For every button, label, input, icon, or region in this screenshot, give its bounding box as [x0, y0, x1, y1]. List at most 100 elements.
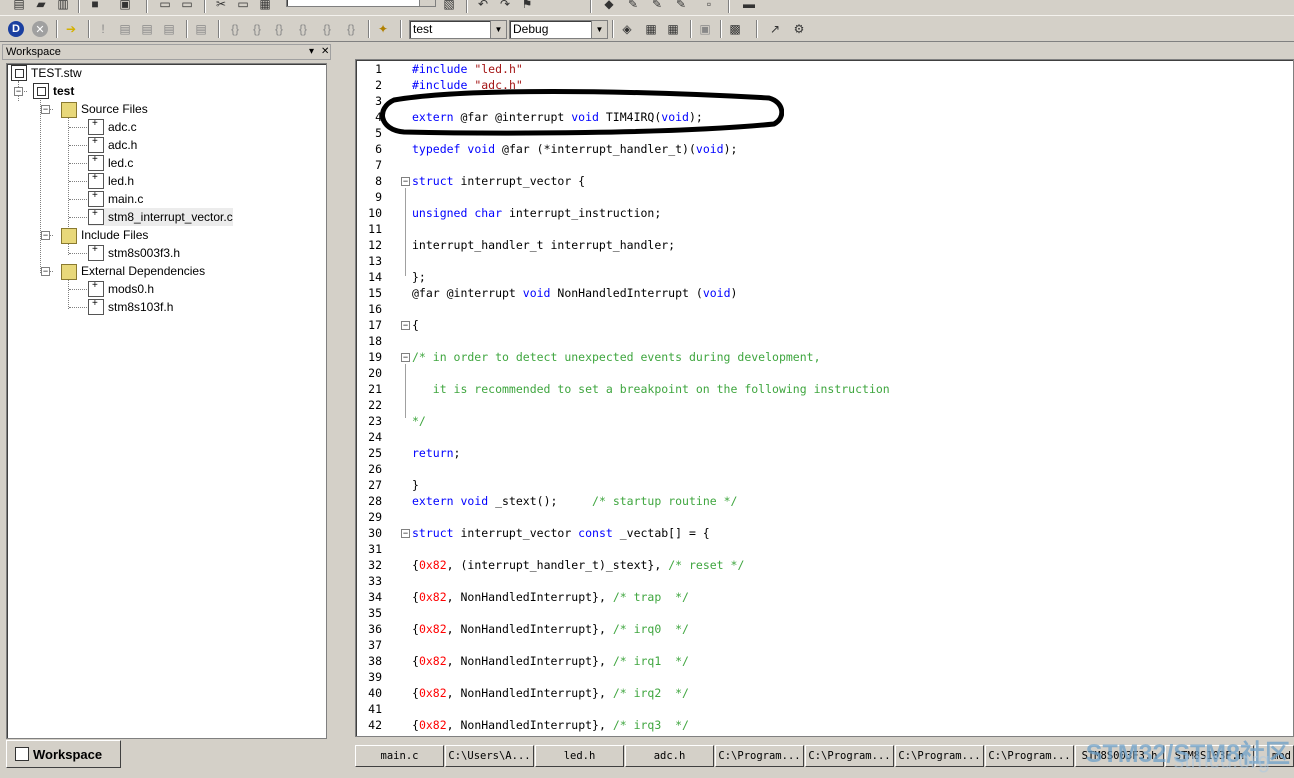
- save-all-icon[interactable]: ■: [86, 0, 104, 13]
- fold-struct-icon[interactable]: −: [401, 177, 410, 186]
- step-over-icon[interactable]: ▤: [138, 20, 156, 38]
- header-file-icon: [88, 244, 104, 261]
- tree-file-stm8s103f-h[interactable]: stm8s103f.h: [88, 298, 173, 316]
- tree-file-adc-c[interactable]: adc.c: [88, 118, 137, 136]
- redo-icon[interactable]: ↷: [496, 0, 514, 13]
- cut-icon[interactable]: ✂: [212, 0, 230, 13]
- file-tab-program-1[interactable]: C:\Program...: [715, 745, 804, 767]
- go-icon[interactable]: ➔: [62, 20, 80, 38]
- run-to-cursor-icon[interactable]: ▤: [192, 20, 210, 38]
- file-tab-program-4[interactable]: C:\Program...: [985, 745, 1074, 767]
- code-line-27: }: [412, 478, 419, 492]
- file-tab-program-2[interactable]: C:\Program...: [805, 745, 894, 767]
- options-icon[interactable]: ⚙: [790, 20, 808, 38]
- workspace-tab[interactable]: Workspace: [6, 740, 121, 768]
- new-file-icon[interactable]: ▤: [10, 0, 28, 13]
- fold-comment-icon[interactable]: −: [401, 353, 410, 362]
- build-icon[interactable]: ▦: [642, 20, 660, 38]
- code-editor[interactable]: 1 2 3 4 5 6 7 8 9 10 11 12 13 14 15 16 17 18 19 20 21 22 23 24 2…: [355, 59, 1294, 737]
- tree-group-external-dependencies[interactable]: External Dependencies: [61, 262, 205, 280]
- reset-icon[interactable]: ✦: [374, 20, 392, 38]
- chart-icon[interactable]: ↗: [766, 20, 784, 38]
- line-number: 2: [375, 78, 382, 92]
- collapse-external-dependencies-icon[interactable]: −: [41, 267, 50, 276]
- breakpoint-icon[interactable]: ◆: [600, 0, 618, 13]
- workspace-title-bar: Workspace ▾ ✕: [2, 44, 331, 60]
- code-line-17: {: [412, 318, 419, 332]
- line-number: 22: [368, 398, 382, 412]
- fold-vectab-icon[interactable]: −: [401, 529, 410, 538]
- fold-block-icon[interactable]: −: [401, 321, 410, 330]
- file-tab-users[interactable]: C:\Users\A...: [445, 745, 534, 767]
- configuration-combo[interactable]: Debug ▼: [509, 20, 608, 39]
- step-out-icon[interactable]: ▤: [160, 20, 178, 38]
- find-icon[interactable]: ▭: [156, 0, 174, 13]
- settings-icon[interactable]: ✎: [648, 0, 666, 13]
- tree-file-led-h[interactable]: led.h: [88, 172, 134, 190]
- tree-file-mods0-h[interactable]: mods0.h: [88, 280, 154, 298]
- clear-icon[interactable]: ✎: [672, 0, 690, 13]
- tree-group-include-files[interactable]: Include Files: [61, 226, 148, 244]
- disassembly-icon[interactable]: {}: [294, 20, 312, 38]
- tree-root-workspace[interactable]: TEST.stw: [11, 64, 82, 82]
- line-number: 8: [375, 174, 382, 188]
- find-combo[interactable]: ▼: [286, 0, 436, 7]
- folder-icon: [61, 102, 77, 118]
- code-line-10: unsigned char interrupt_instruction;: [412, 206, 662, 220]
- project-combo[interactable]: test ▼: [409, 20, 507, 39]
- line-number: 39: [368, 670, 382, 684]
- bookmark-icon[interactable]: ⚑: [518, 0, 536, 13]
- stop-build-icon[interactable]: ▣: [696, 20, 714, 38]
- help-icon[interactable]: ▬: [740, 0, 758, 13]
- find-in-files-icon[interactable]: ▧: [440, 0, 458, 13]
- tree-file-stm8-interrupt-vector-c[interactable]: stm8_interrupt_vector.c: [88, 208, 233, 226]
- paste-icon[interactable]: ▦: [256, 0, 274, 13]
- variables-icon[interactable]: {}: [342, 20, 360, 38]
- line-number: 12: [368, 238, 382, 252]
- tree-file-adc-h[interactable]: adc.h: [88, 136, 137, 154]
- open-folder-icon[interactable]: ▰: [32, 0, 50, 13]
- memory-icon[interactable]: {}: [248, 20, 266, 38]
- tree-file-main-c[interactable]: main.c: [88, 190, 143, 208]
- compile-file-icon[interactable]: ◈: [618, 20, 636, 38]
- line-number: 42: [368, 718, 382, 732]
- file-tab-main-c[interactable]: main.c: [355, 745, 444, 767]
- debug-icon[interactable]: D: [8, 21, 24, 37]
- watch-icon[interactable]: {}: [226, 20, 244, 38]
- tree-file-led-c[interactable]: led.c: [88, 154, 133, 172]
- collapse-source-files-icon[interactable]: −: [41, 105, 50, 114]
- toolbar-top: ▤ ▰ ▥ ■ ▣ ▭ ▭ ✂ ▭ ▦ ▼ ▧ ↶ ↷ ⚑ ◆ ✎ ✎ ✎ ▫ …: [0, 0, 1294, 16]
- break-icon[interactable]: !: [94, 20, 112, 38]
- collapse-project-icon[interactable]: −: [14, 87, 23, 96]
- line-number: 9: [375, 190, 382, 204]
- collapse-include-files-icon[interactable]: −: [41, 231, 50, 240]
- print-icon[interactable]: ▣: [116, 0, 134, 13]
- close-icon[interactable]: ✕: [321, 45, 329, 59]
- replace-icon[interactable]: ▭: [178, 0, 196, 13]
- program-icon[interactable]: ▩: [726, 20, 744, 38]
- tree-group-source-files[interactable]: Source Files: [61, 100, 148, 118]
- file-tab-mod[interactable]: mod: [1255, 745, 1294, 767]
- line-number: 10: [368, 206, 382, 220]
- compile-icon[interactable]: ▫: [700, 0, 718, 13]
- line-number: 20: [368, 366, 382, 380]
- rebuild-icon[interactable]: ▦: [664, 20, 682, 38]
- tools-icon[interactable]: ✎: [624, 0, 642, 13]
- stop-debug-icon[interactable]: ✕: [32, 21, 48, 37]
- copy-icon[interactable]: ▭: [234, 0, 252, 13]
- file-tab-stm8s103f-h[interactable]: STM8S103F.h: [1165, 745, 1254, 767]
- tree-file-stm8s003f3-h[interactable]: stm8s003f3.h: [88, 244, 180, 262]
- pin-icon[interactable]: ▾: [309, 45, 314, 59]
- undo-icon[interactable]: ↶: [474, 0, 492, 13]
- registers-icon[interactable]: {}: [270, 20, 288, 38]
- file-tab-adc-h[interactable]: adc.h: [625, 745, 714, 767]
- file-tab-stm8s003f3-h[interactable]: STM8S003F3.h: [1075, 745, 1164, 767]
- call-stack-icon[interactable]: {}: [318, 20, 336, 38]
- workspace-title: Workspace: [6, 46, 61, 58]
- tree-project-test[interactable]: test: [33, 82, 74, 100]
- file-tab-program-3[interactable]: C:\Program...: [895, 745, 984, 767]
- file-tab-led-h[interactable]: led.h: [535, 745, 624, 767]
- step-into-icon[interactable]: ▤: [116, 20, 134, 38]
- save-icon[interactable]: ▥: [54, 0, 72, 13]
- panel-splitter[interactable]: [333, 43, 341, 778]
